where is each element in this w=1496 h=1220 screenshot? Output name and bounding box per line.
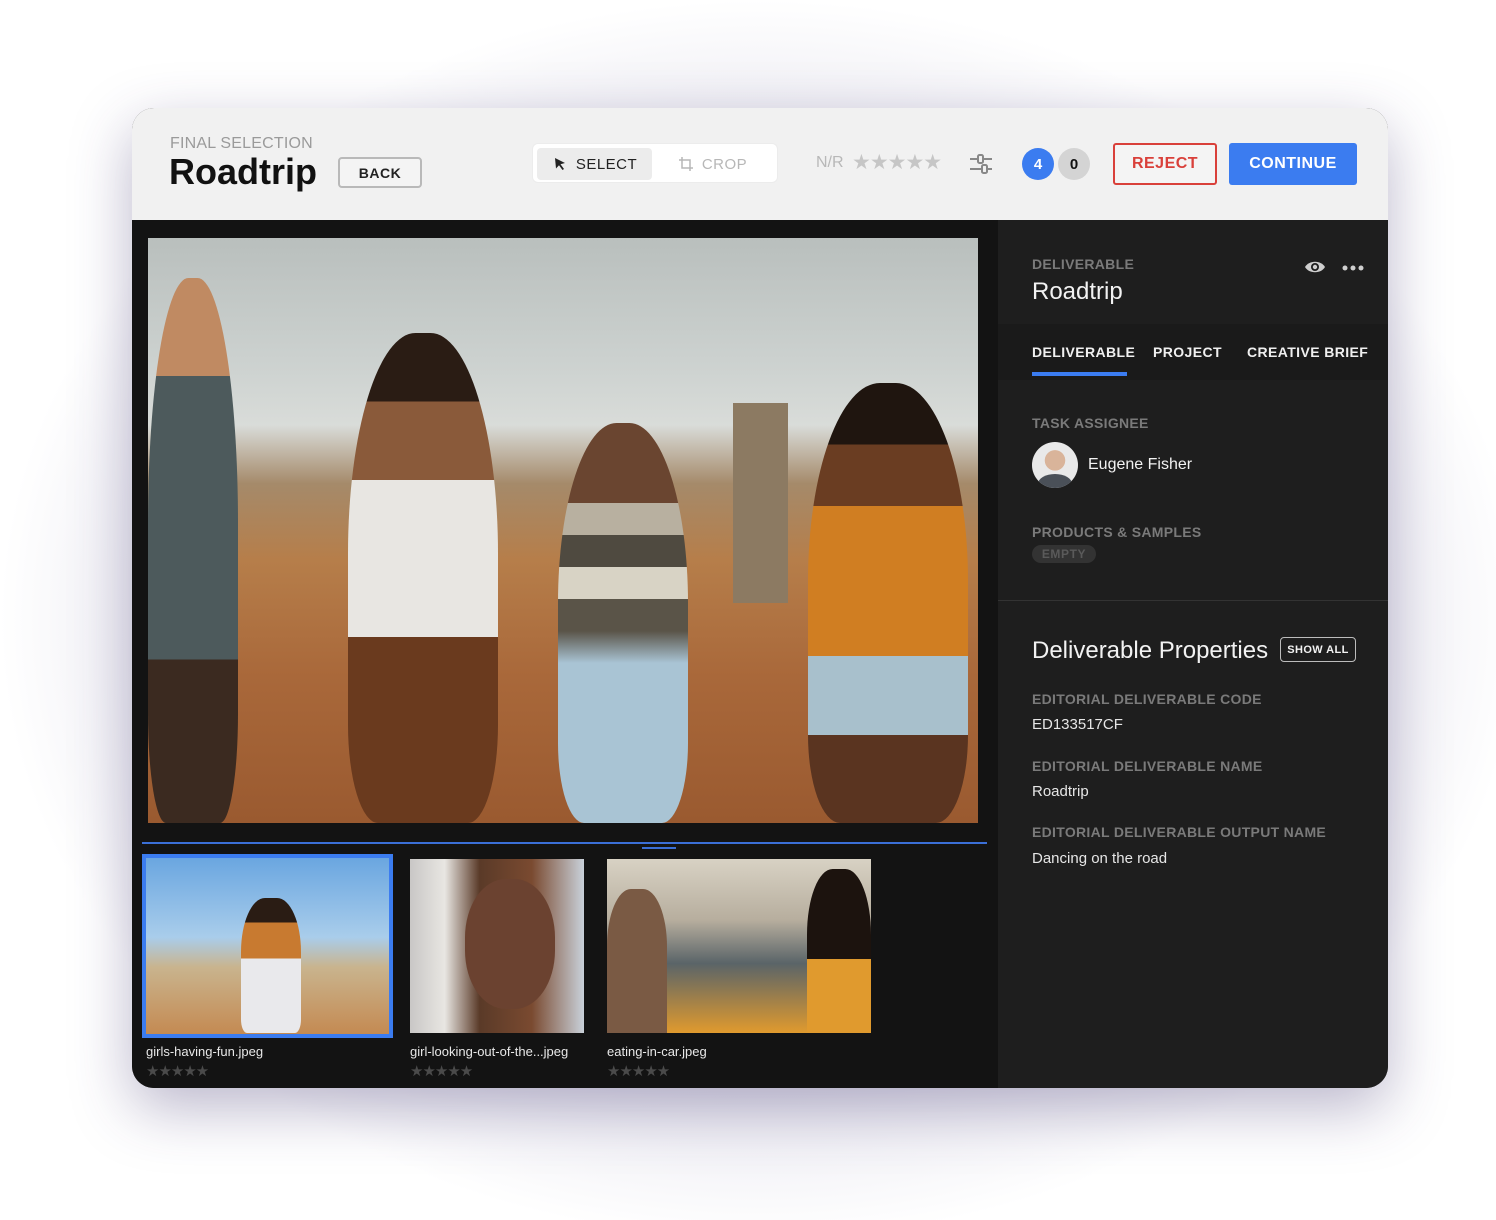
tool-toggle: SELECT CROP: [532, 143, 778, 183]
thumbnail-image[interactable]: [142, 854, 393, 1038]
person-figure: [148, 278, 238, 823]
reject-button[interactable]: REJECT: [1113, 143, 1217, 185]
top-bar: FINAL SELECTION Roadtrip BACK SELECT CRO…: [132, 108, 1388, 220]
thumbnail-name: eating-in-car.jpeg: [607, 1044, 707, 1059]
crop-tool-button[interactable]: CROP: [652, 148, 773, 180]
panel-divider: [998, 600, 1388, 601]
details-panel: DELIVERABLE Roadtrip DELIVERABLE PROJECT…: [998, 220, 1388, 1088]
properties-title: Deliverable Properties: [1032, 637, 1269, 664]
panel-title: Roadtrip: [1032, 278, 1123, 305]
panel-eyebrow: DELIVERABLE: [1032, 256, 1135, 272]
main-photo[interactable]: [148, 238, 978, 823]
rejected-count-badge[interactable]: 0: [1058, 148, 1090, 180]
accepted-count-badge[interactable]: 4: [1022, 148, 1054, 180]
cursor-arrow-icon: [554, 158, 565, 170]
empty-badge: EMPTY: [1032, 545, 1096, 563]
page-title: Roadtrip: [169, 151, 317, 192]
property-value: Roadtrip: [1032, 783, 1089, 800]
thumbnail-stars[interactable]: ★★★★★: [607, 1062, 670, 1080]
tab-project[interactable]: PROJECT: [1153, 344, 1222, 360]
image-viewer: girls-having-fun.jpeg ★★★★★ girl-looking…: [132, 220, 998, 1088]
crop-tool-label: CROP: [701, 155, 748, 173]
thumbnail-image[interactable]: [607, 859, 871, 1033]
continue-button[interactable]: CONTINUE: [1229, 143, 1357, 185]
adjustments-icon[interactable]: [968, 151, 994, 177]
property-label: EDITORIAL DELIVERABLE OUTPUT NAME: [1032, 824, 1327, 840]
app-window: FINAL SELECTION Roadtrip BACK SELECT CRO…: [132, 108, 1388, 1088]
resize-handle[interactable]: [642, 847, 676, 849]
person-figure: [808, 383, 968, 823]
thumbnail-name: girls-having-fun.jpeg: [146, 1044, 264, 1059]
select-tool-label: SELECT: [575, 155, 638, 173]
property-value: Dancing on the road: [1032, 850, 1168, 867]
assignee-name[interactable]: Eugene Fisher: [1088, 456, 1192, 474]
avatar[interactable]: [1032, 442, 1078, 488]
crop-icon: [678, 157, 693, 171]
filmstrip-divider: [142, 842, 987, 844]
back-button[interactable]: BACK: [338, 157, 422, 188]
property-label: EDITORIAL DELIVERABLE CODE: [1032, 691, 1262, 707]
select-tool-button[interactable]: SELECT: [537, 148, 653, 180]
eye-icon[interactable]: [1304, 259, 1326, 275]
thumbnail-stars[interactable]: ★★★★★: [410, 1062, 473, 1080]
property-label: EDITORIAL DELIVERABLE NAME: [1032, 758, 1263, 774]
more-options-icon[interactable]: [1342, 265, 1364, 271]
show-all-button[interactable]: SHOW ALL: [1280, 637, 1356, 662]
person-figure: [348, 333, 498, 823]
tab-deliverable[interactable]: DELIVERABLE: [1032, 344, 1135, 360]
task-assignee-label: TASK ASSIGNEE: [1032, 415, 1149, 431]
rating-label: N/R: [816, 154, 844, 171]
tab-creative-brief[interactable]: CREATIVE BRIEF: [1247, 344, 1368, 360]
active-tab-indicator: [1032, 372, 1127, 376]
thumbnail-image[interactable]: [410, 859, 584, 1033]
property-value: ED133517CF: [1032, 716, 1123, 733]
products-label: PRODUCTS & SAMPLES: [1032, 524, 1202, 540]
thumbnail-stars[interactable]: ★★★★★: [146, 1062, 209, 1080]
person-figure: [558, 423, 688, 823]
tree-stump: [733, 403, 788, 603]
rating-stars[interactable]: ★★★★★: [852, 150, 942, 175]
thumbnail-name: girl-looking-out-of-the...jpeg: [410, 1044, 569, 1059]
